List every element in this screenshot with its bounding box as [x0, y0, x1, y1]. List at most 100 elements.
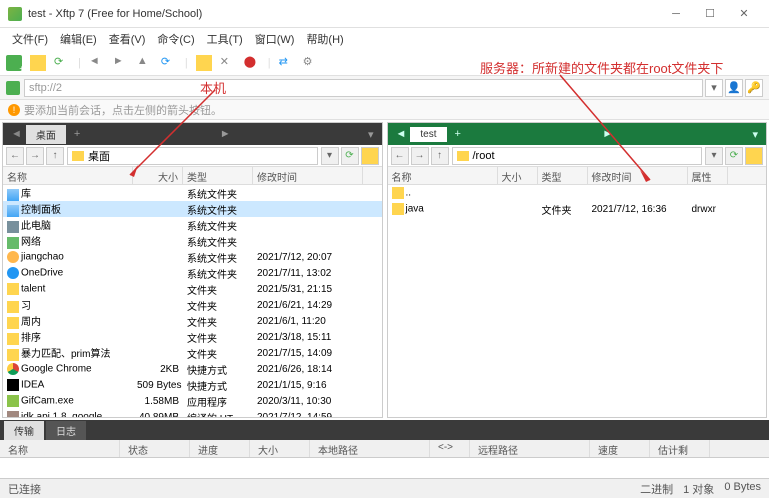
local-back[interactable]: ←	[6, 147, 24, 165]
new-session-icon[interactable]: +	[6, 55, 22, 71]
local-refresh[interactable]: ⟳	[341, 147, 359, 165]
maximize-button[interactable]: ☐	[693, 4, 727, 24]
cell-type: 文件夹	[538, 202, 588, 217]
address-input[interactable]	[24, 79, 703, 97]
file-row[interactable]: 库系统文件夹	[3, 185, 382, 201]
tcol-name[interactable]: 名称	[0, 440, 120, 457]
tab-log[interactable]: 日志	[46, 421, 86, 440]
file-row[interactable]: 暴力匹配、prim算法文件夹2021/7/15, 14:09	[3, 345, 382, 361]
menu-window[interactable]: 窗口(W)	[249, 31, 301, 47]
transfer-header: 名称 状态 进度 大小 本地路径 <-> 远程路径 速度 估计剩	[0, 440, 769, 458]
local-path-dropdown[interactable]: ▾	[321, 147, 339, 165]
col-name[interactable]: 名称	[3, 167, 133, 184]
file-row[interactable]: 网络系统文件夹	[3, 233, 382, 249]
settings-icon[interactable]: ⚙	[303, 55, 319, 71]
new-folder-icon[interactable]	[196, 55, 212, 71]
remote-path-input[interactable]: /root	[452, 147, 703, 165]
file-type-icon	[7, 283, 19, 295]
col-type[interactable]: 类型	[183, 167, 253, 184]
file-row[interactable]: 排序文件夹2021/3/18, 15:11	[3, 329, 382, 345]
remote-tab-menu[interactable]: ▾	[748, 128, 762, 141]
local-header: 名称 大小 类型 修改时间	[3, 167, 382, 185]
file-row[interactable]: 习文件夹2021/6/21, 14:29	[3, 297, 382, 313]
stop-icon[interactable]: ⬤	[244, 55, 260, 71]
file-row[interactable]: Google Chrome2KB快捷方式2021/6/26, 18:14	[3, 361, 382, 377]
col-time[interactable]: 修改时间	[253, 167, 363, 184]
tab-prev[interactable]: ◄	[7, 128, 26, 140]
refresh-icon[interactable]: ⟳	[161, 55, 177, 71]
remote-refresh[interactable]: ⟳	[725, 147, 743, 165]
col-size[interactable]: 大小	[498, 167, 538, 184]
tcol-eta[interactable]: 估计剩	[650, 440, 710, 457]
local-tab-add[interactable]: +	[68, 128, 86, 140]
file-row[interactable]: 控制面板系统文件夹	[3, 201, 382, 217]
back-icon[interactable]: ◄	[89, 55, 105, 71]
file-row[interactable]: ..	[388, 185, 767, 201]
local-tab[interactable]: 桌面	[26, 125, 66, 144]
file-row[interactable]: talent文件夹2021/5/31, 21:15	[3, 281, 382, 297]
file-row[interactable]: java文件夹2021/7/12, 16:36drwxr	[388, 201, 767, 217]
col-type[interactable]: 类型	[538, 167, 588, 184]
tcol-progress[interactable]: 进度	[190, 440, 250, 457]
tcol-direction[interactable]: <->	[430, 440, 470, 457]
col-time[interactable]: 修改时间	[588, 167, 688, 184]
up-icon[interactable]: ▲	[137, 55, 153, 71]
open-icon[interactable]	[30, 55, 46, 71]
cell-time: 2021/7/12, 20:07	[253, 252, 363, 263]
menu-command[interactable]: 命令(C)	[151, 31, 200, 47]
cell-type: 系统文件夹	[183, 218, 253, 233]
remote-file-list[interactable]: ..java文件夹2021/7/12, 16:36drwxr	[388, 185, 767, 417]
reconnect-icon[interactable]: ⟳	[54, 55, 70, 71]
statusbar: 已连接 二进制 1 对象 0 Bytes	[0, 478, 769, 498]
remote-forward[interactable]: →	[411, 147, 429, 165]
menu-view[interactable]: 查看(V)	[103, 31, 152, 47]
local-newfolder[interactable]	[361, 147, 379, 165]
addressbar: ▾ 👤 🔑	[0, 76, 769, 100]
menu-file[interactable]: 文件(F)	[6, 31, 54, 47]
file-row[interactable]: GifCam.exe1.58MB应用程序2020/3/11, 10:30	[3, 393, 382, 409]
local-path-input[interactable]: 桌面	[67, 147, 318, 165]
tcol-status[interactable]: 状态	[120, 440, 190, 457]
local-tab-next[interactable]: ►	[216, 128, 235, 140]
tab-transfer[interactable]: 传输	[4, 421, 44, 440]
local-tab-menu[interactable]: ▾	[364, 128, 378, 141]
local-file-list[interactable]: 库系统文件夹控制面板系统文件夹此电脑系统文件夹网络系统文件夹jiangchao系…	[3, 185, 382, 417]
file-row[interactable]: jiangchao系统文件夹2021/7/12, 20:07	[3, 249, 382, 265]
remote-path-dropdown[interactable]: ▾	[705, 147, 723, 165]
address-key-icon[interactable]: 🔑	[745, 79, 763, 97]
file-row[interactable]: 周内文件夹2021/6/1, 11:20	[3, 313, 382, 329]
tcol-remotepath[interactable]: 远程路径	[470, 440, 590, 457]
sync-icon[interactable]: ⇄	[279, 55, 295, 71]
file-row[interactable]: 此电脑系统文件夹	[3, 217, 382, 233]
cell-type: 文件夹	[183, 282, 253, 297]
tcol-localpath[interactable]: 本地路径	[310, 440, 430, 457]
cell-name: jiangchao	[3, 251, 133, 263]
remote-back[interactable]: ←	[391, 147, 409, 165]
forward-icon[interactable]: ►	[113, 55, 129, 71]
close-button[interactable]: ✕	[727, 4, 761, 24]
remote-tab-next[interactable]: ►	[598, 128, 617, 140]
minimize-button[interactable]: ─	[659, 4, 693, 24]
menu-help[interactable]: 帮助(H)	[300, 31, 349, 47]
remote-tab[interactable]: test	[410, 127, 446, 142]
col-name[interactable]: 名称	[388, 167, 498, 184]
tab-prev[interactable]: ◄	[392, 128, 411, 140]
file-row[interactable]: IDEA509 Bytes快捷方式2021/1/15, 9:16	[3, 377, 382, 393]
remote-up[interactable]: ↑	[431, 147, 449, 165]
file-row[interactable]: jdk api 1.8_google...40.89MB编译的 HT...202…	[3, 409, 382, 417]
menu-tools[interactable]: 工具(T)	[201, 31, 249, 47]
local-forward[interactable]: →	[26, 147, 44, 165]
local-up[interactable]: ↑	[46, 147, 64, 165]
address-user-icon[interactable]: 👤	[725, 79, 743, 97]
address-dropdown[interactable]: ▾	[705, 79, 723, 97]
tcol-size[interactable]: 大小	[250, 440, 310, 457]
remote-tab-add[interactable]: +	[449, 128, 467, 140]
col-attr[interactable]: 属性	[688, 167, 728, 184]
delete-icon[interactable]: ✕	[220, 55, 236, 71]
col-size[interactable]: 大小	[133, 167, 183, 184]
tcol-speed[interactable]: 速度	[590, 440, 650, 457]
file-row[interactable]: OneDrive系统文件夹2021/7/11, 13:02	[3, 265, 382, 281]
transfer-body	[0, 458, 769, 478]
remote-newfolder[interactable]	[745, 147, 763, 165]
menu-edit[interactable]: 编辑(E)	[54, 31, 103, 47]
